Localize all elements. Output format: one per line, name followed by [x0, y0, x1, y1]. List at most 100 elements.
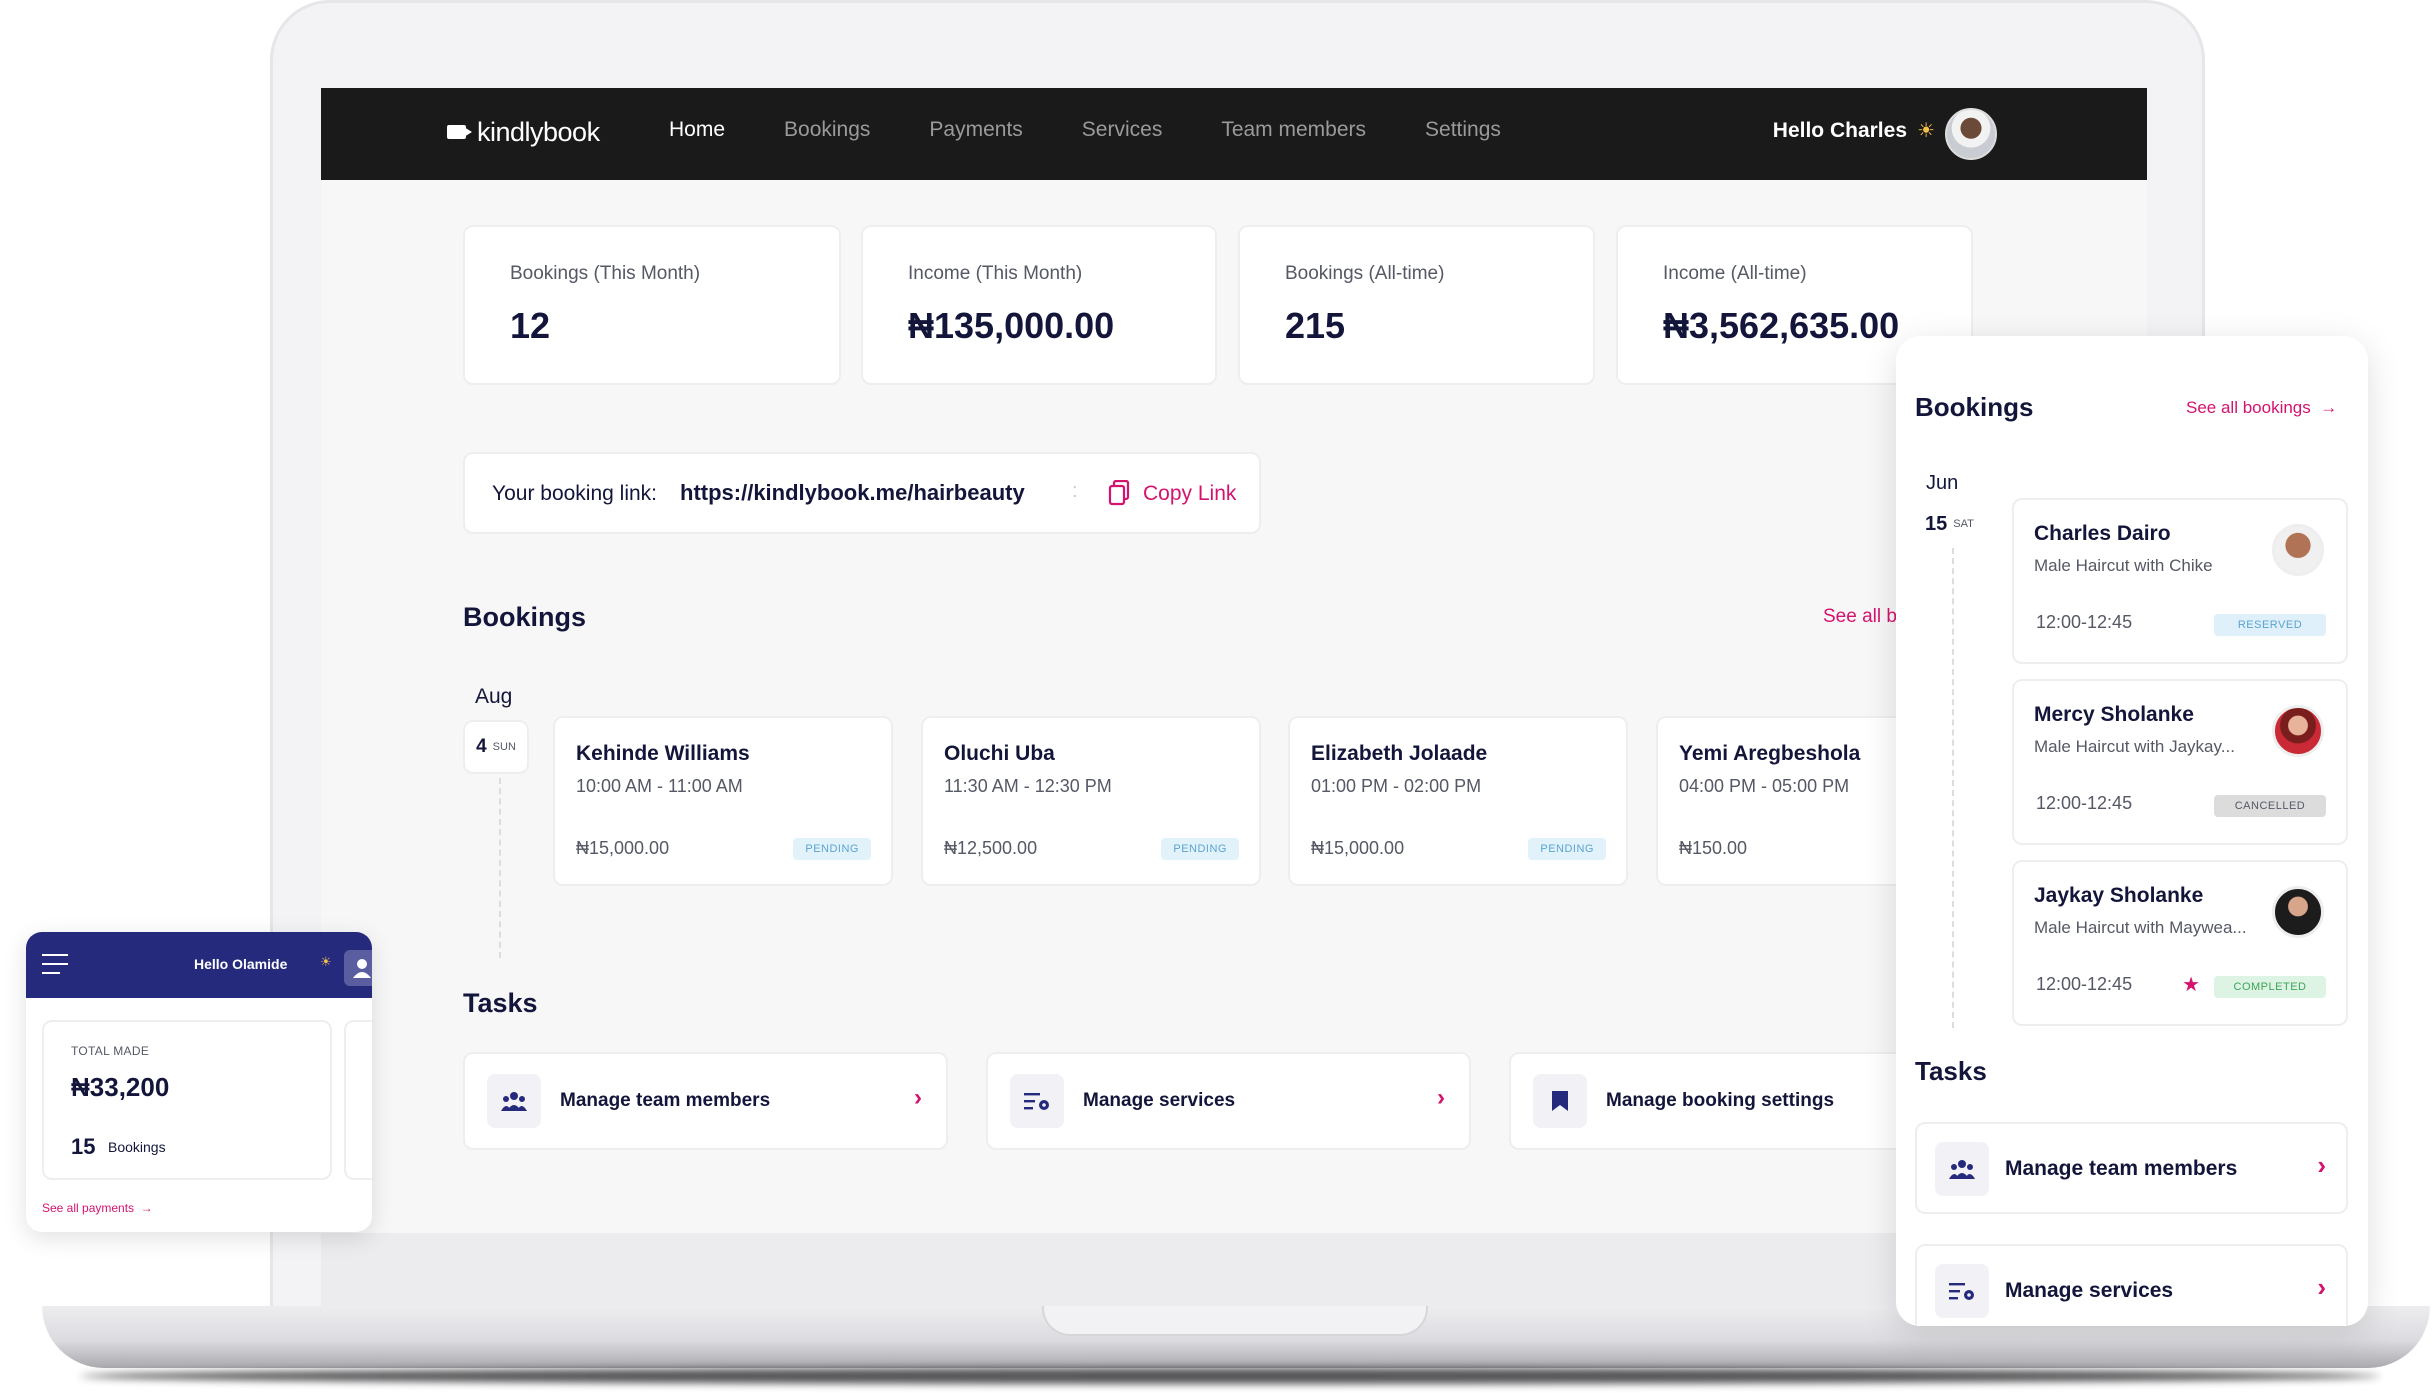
- task-manage-services[interactable]: Manage services ›: [986, 1052, 1471, 1150]
- bookmark-icon: [1533, 1074, 1587, 1128]
- see-all-payments-link[interactable]: See all payments →: [42, 1201, 153, 1215]
- nav-links: Home Bookings Payments Services Team mem…: [669, 118, 1560, 142]
- booking-card[interactable]: Charles Dairo Male Haircut with Chike 12…: [2012, 498, 2348, 664]
- booking-time: 04:00 PM - 05:00 PM: [1679, 776, 1850, 796]
- task-label: Manage team members: [560, 1090, 771, 1111]
- task-label: Manage services: [1083, 1090, 1236, 1111]
- booking-link-label: Your booking link:: [492, 482, 658, 505]
- copy-icon[interactable]: [1108, 480, 1130, 506]
- chevron-right-icon: ›: [914, 1084, 922, 1111]
- screen-bezel-bottom: [321, 1233, 2147, 1306]
- client-name: Oluchi Uba: [944, 742, 1055, 765]
- client-name: Elizabeth Jolaade: [1311, 742, 1488, 765]
- user-icon[interactable]: [344, 950, 372, 986]
- status-badge: CANCELLED: [2214, 795, 2326, 817]
- client-name: Kehinde Williams: [576, 742, 750, 765]
- booking-price: ₦150.00: [1679, 838, 1748, 858]
- nav-bookings[interactable]: Bookings: [784, 118, 870, 142]
- booking-price: ₦12,500.00: [944, 838, 1038, 858]
- booking-link-url[interactable]: https://kindlybook.me/hairbeauty: [680, 480, 1025, 506]
- stat-value: ₦135,000.00: [908, 305, 1115, 346]
- booking-card[interactable]: Elizabeth Jolaade 01:00 PM - 02:00 PM ₦1…: [1288, 716, 1628, 886]
- booking-card[interactable]: Mercy Sholanke Male Haircut with Jaykay.…: [2012, 679, 2348, 845]
- see-all-bookings-link[interactable]: See all b: [1823, 606, 1897, 628]
- camera-logo-icon: [447, 125, 472, 139]
- panel-task-manage-services[interactable]: Manage services ›: [1915, 1244, 2348, 1326]
- mobile-bookings-panel: Bookings See all bookings → Jun 15 SAT C…: [1896, 336, 2368, 1326]
- client-name: Yemi Aregbeshola: [1679, 742, 1861, 765]
- total-made-card: TOTAL MADE ₦33,200 15 Bookings: [42, 1020, 332, 1180]
- team-icon: [487, 1074, 541, 1128]
- stat-value: ₦3,562,635.00: [1663, 305, 1900, 346]
- copy-link-button[interactable]: Copy Link: [1143, 482, 1236, 506]
- total-made-value: ₦33,200: [71, 1072, 170, 1102]
- panel-bookings-title: Bookings: [1915, 392, 2034, 422]
- user-avatar[interactable]: [1945, 108, 1997, 160]
- task-label: Manage services: [2005, 1279, 2174, 1302]
- task-manage-team[interactable]: Manage team members ›: [463, 1052, 948, 1150]
- next-card-peek: [344, 1020, 372, 1180]
- services-icon: [1935, 1264, 1989, 1318]
- arrow-right-icon: →: [137, 1201, 153, 1215]
- chevron-right-icon: ›: [2317, 1150, 2326, 1180]
- divider: :: [1072, 480, 1078, 502]
- see-all-payments-text: See all payments: [42, 1201, 135, 1215]
- stat-card-bookings-alltime: Bookings (All-time) 215: [1238, 225, 1595, 385]
- laptop-shadow: [80, 1368, 2380, 1384]
- mobile-header: Hello Olamide ☀: [26, 932, 372, 998]
- chevron-right-icon: ›: [2317, 1272, 2326, 1302]
- star-icon: ★: [2182, 974, 2200, 996]
- nav-services[interactable]: Services: [1082, 118, 1163, 142]
- booking-link-box: Your booking link: https://kindlybook.me…: [463, 452, 1261, 534]
- client-name: Jaykay Sholanke: [2034, 884, 2204, 907]
- status-badge: RESERVED: [2214, 614, 2326, 636]
- stat-value: 12: [510, 305, 551, 346]
- stat-label: Bookings (This Month): [510, 263, 701, 284]
- laptop-notch: [1042, 1306, 1428, 1336]
- kindlybook-logo[interactable]: kindlybook: [447, 116, 600, 148]
- nav-settings[interactable]: Settings: [1425, 118, 1501, 142]
- status-badge: PENDING: [1528, 838, 1606, 860]
- panel-task-manage-team[interactable]: Manage team members ›: [1915, 1122, 2348, 1214]
- mobile-greeting: Hello Olamide: [194, 956, 288, 972]
- bookings-section-title: Bookings: [463, 602, 587, 632]
- client-name: Mercy Sholanke: [2034, 703, 2194, 726]
- client-name: Charles Dairo: [2034, 522, 2171, 545]
- see-all-bookings-link[interactable]: See all bookings →: [2186, 398, 2337, 418]
- top-navbar: kindlybook Home Bookings Payments Servic…: [321, 88, 2147, 180]
- status-badge: COMPLETED: [2214, 976, 2326, 998]
- stat-label: Income (This Month): [908, 263, 1083, 284]
- total-made-label: TOTAL MADE: [71, 1044, 150, 1058]
- timeline-line: [1952, 548, 1954, 1028]
- bookings-count-label: Bookings: [108, 1139, 166, 1155]
- service-name: Male Haircut with Maywea...: [2034, 918, 2247, 937]
- service-name: Male Haircut with Jaykay...: [2034, 737, 2235, 756]
- stat-card-income-month: Income (This Month) ₦135,000.00: [861, 225, 1217, 385]
- client-avatar: [2272, 705, 2324, 757]
- nav-team-members[interactable]: Team members: [1221, 118, 1366, 142]
- nav-home[interactable]: Home: [669, 118, 725, 142]
- stat-card-bookings-month: Bookings (This Month) 12: [463, 225, 841, 385]
- team-icon: [1935, 1142, 1989, 1196]
- nav-payments[interactable]: Payments: [929, 118, 1022, 142]
- booking-card[interactable]: Kehinde Williams 10:00 AM - 11:00 AM ₦15…: [553, 716, 893, 886]
- bookings-count: 15: [71, 1134, 96, 1159]
- stat-label: Bookings (All-time): [1285, 263, 1445, 284]
- stat-value: 215: [1285, 305, 1346, 346]
- service-name: Male Haircut with Chike: [2034, 556, 2213, 575]
- booking-card[interactable]: Oluchi Uba 11:30 AM - 12:30 PM ₦12,500.0…: [921, 716, 1261, 886]
- booking-time: 01:00 PM - 02:00 PM: [1311, 776, 1482, 796]
- panel-tasks-title: Tasks: [1915, 1056, 1987, 1086]
- greeting-text: Hello Charles: [1772, 119, 1907, 142]
- chevron-right-icon: ›: [1437, 1084, 1445, 1111]
- logo-text: kindlybook: [477, 116, 600, 147]
- booking-card[interactable]: Jaykay Sholanke Male Haircut with Maywea…: [2012, 860, 2348, 1026]
- dashboard-screen: kindlybook Home Bookings Payments Servic…: [321, 88, 2147, 1233]
- services-icon: [1010, 1074, 1064, 1128]
- task-label: Manage booking settings: [1606, 1090, 1835, 1111]
- booking-time: 10:00 AM - 11:00 AM: [576, 776, 743, 796]
- tasks-section-title: Tasks: [463, 988, 538, 1018]
- hamburger-menu-icon[interactable]: [42, 954, 68, 974]
- booking-price: ₦15,000.00: [576, 838, 670, 858]
- month-label: Aug: [475, 685, 513, 708]
